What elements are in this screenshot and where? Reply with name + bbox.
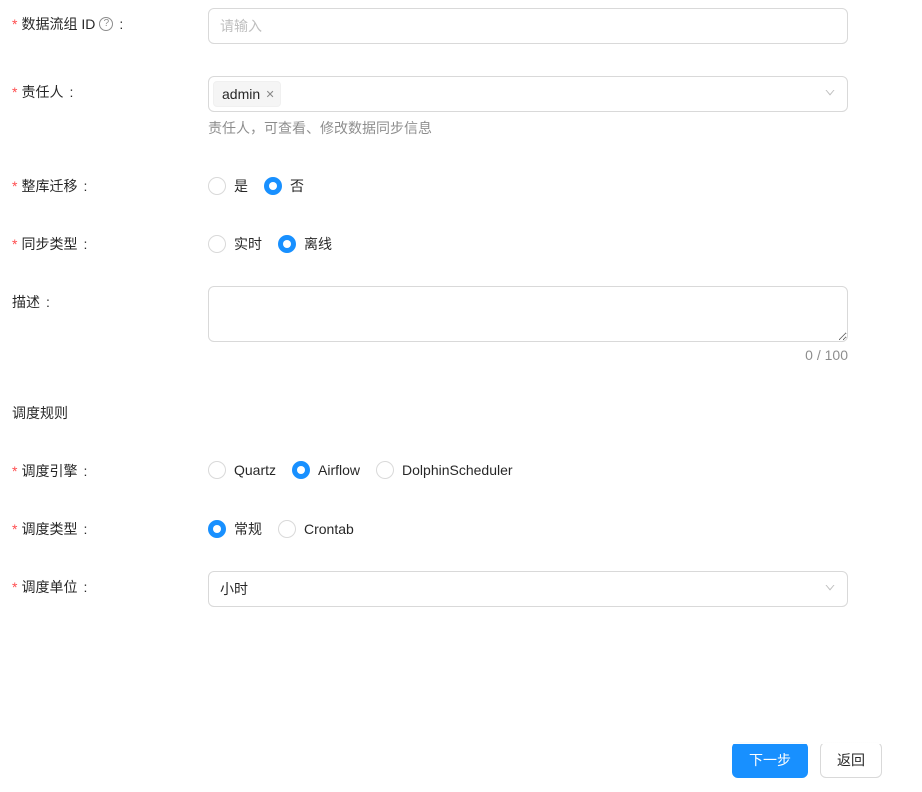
chevron-down-icon xyxy=(824,581,836,597)
radio-label: Quartz xyxy=(234,462,276,478)
radio-icon xyxy=(208,461,226,479)
row-sync-type: * 同步类型 : 实时 离线 xyxy=(8,228,914,254)
radio-label: 离线 xyxy=(304,234,332,254)
radio-icon xyxy=(292,461,310,479)
colon: : xyxy=(83,521,87,537)
colon: : xyxy=(69,84,73,100)
colon: : xyxy=(83,178,87,194)
label-schedule-unit: 调度单位 xyxy=(21,577,77,597)
footer-bar: 下一步 返回 xyxy=(0,728,922,792)
radio-icon xyxy=(208,520,226,538)
row-full-db-migration: * 整库迁移 : 是 否 xyxy=(8,170,914,196)
owner-select[interactable]: admin ✕ xyxy=(208,76,848,112)
radio-icon xyxy=(208,177,226,195)
chevron-down-icon xyxy=(824,86,836,102)
radio-label: Crontab xyxy=(304,521,354,537)
radio-offline[interactable]: 离线 xyxy=(278,234,332,254)
description-char-count: 0 / 100 xyxy=(208,347,848,363)
label-stream-group-id: 数据流组 ID xyxy=(21,14,95,34)
label-full-db-migration: 整库迁移 xyxy=(21,176,77,196)
schedule-type-radio-group: 常规 Crontab xyxy=(208,513,848,539)
row-schedule-type: * 调度类型 : 常规 Crontab xyxy=(8,513,914,539)
back-button[interactable]: 返回 xyxy=(820,742,882,778)
radio-airflow[interactable]: Airflow xyxy=(292,461,360,479)
schedule-unit-value: 小时 xyxy=(220,579,248,599)
owner-tag: admin ✕ xyxy=(213,81,281,107)
radio-dolphin[interactable]: DolphinScheduler xyxy=(376,461,513,479)
required-star: * xyxy=(12,236,17,252)
label-schedule-engine: 调度引擎 xyxy=(21,461,77,481)
colon: : xyxy=(119,16,123,32)
full-db-migration-radio-group: 是 否 xyxy=(208,170,848,196)
required-star: * xyxy=(12,178,17,194)
required-star: * xyxy=(12,579,17,595)
sync-type-radio-group: 实时 离线 xyxy=(208,228,848,254)
label-schedule-type: 调度类型 xyxy=(21,519,77,539)
colon: : xyxy=(83,236,87,252)
radio-yes[interactable]: 是 xyxy=(208,176,248,196)
label-sync-type: 同步类型 xyxy=(21,234,77,254)
required-star: * xyxy=(12,16,17,32)
radio-label: 实时 xyxy=(234,234,262,254)
radio-label: 常规 xyxy=(234,519,262,539)
row-schedule-unit: * 调度单位 : 小时 xyxy=(8,571,914,607)
radio-icon xyxy=(208,235,226,253)
section-title-schedule: 调度规则 xyxy=(8,395,914,455)
required-star: * xyxy=(12,463,17,479)
radio-icon xyxy=(278,520,296,538)
radio-icon xyxy=(376,461,394,479)
radio-no[interactable]: 否 xyxy=(264,176,304,196)
radio-icon xyxy=(264,177,282,195)
row-schedule-engine: * 调度引擎 : Quartz Airflow DolphinScheduler xyxy=(8,455,914,481)
required-star: * xyxy=(12,521,17,537)
radio-quartz[interactable]: Quartz xyxy=(208,461,276,479)
colon: : xyxy=(83,579,87,595)
owner-help-text: 责任人，可查看、修改数据同步信息 xyxy=(208,118,848,138)
row-owner: * 责任人 : admin ✕ 责任人，可查看、修改数据同步信息 xyxy=(8,76,914,138)
required-star: * xyxy=(12,84,17,100)
radio-label: 否 xyxy=(290,176,304,196)
description-textarea[interactable] xyxy=(208,286,848,342)
radio-crontab[interactable]: Crontab xyxy=(278,520,354,538)
close-icon[interactable]: ✕ xyxy=(264,88,276,100)
label-owner: 责任人 xyxy=(21,82,63,102)
schedule-engine-radio-group: Quartz Airflow DolphinScheduler xyxy=(208,455,848,479)
question-circle-icon[interactable]: ? xyxy=(99,17,113,31)
radio-realtime[interactable]: 实时 xyxy=(208,234,262,254)
owner-tag-label: admin xyxy=(222,86,260,102)
radio-icon xyxy=(278,235,296,253)
row-stream-group-id: * 数据流组 ID ? : xyxy=(8,8,914,44)
colon: : xyxy=(46,294,50,310)
radio-label: Airflow xyxy=(318,462,360,478)
radio-label: 是 xyxy=(234,176,248,196)
label-description: 描述 xyxy=(12,292,40,312)
radio-label: DolphinScheduler xyxy=(402,462,513,478)
radio-normal[interactable]: 常规 xyxy=(208,519,262,539)
schedule-unit-select[interactable]: 小时 xyxy=(208,571,848,607)
next-button[interactable]: 下一步 xyxy=(732,742,808,778)
stream-group-id-input[interactable] xyxy=(208,8,848,44)
colon: : xyxy=(83,463,87,479)
row-description: 描述 : 0 / 100 xyxy=(8,286,914,363)
